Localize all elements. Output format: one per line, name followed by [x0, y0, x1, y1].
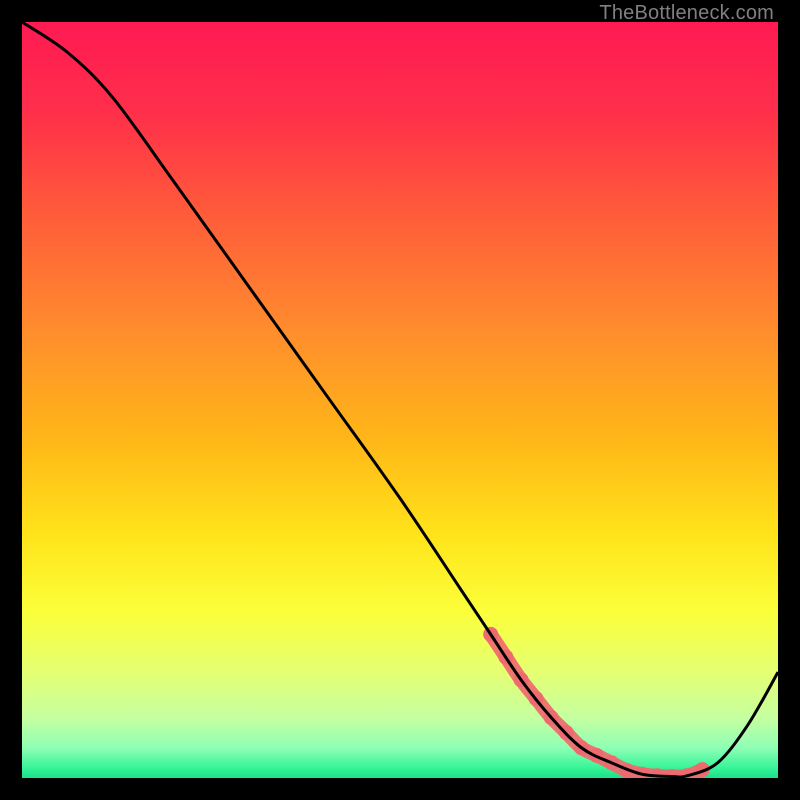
watermark-text: TheBottleneck.com — [599, 2, 774, 25]
bottleneck-chart — [22, 22, 778, 778]
gradient-background — [22, 22, 778, 778]
chart-frame — [22, 22, 778, 778]
